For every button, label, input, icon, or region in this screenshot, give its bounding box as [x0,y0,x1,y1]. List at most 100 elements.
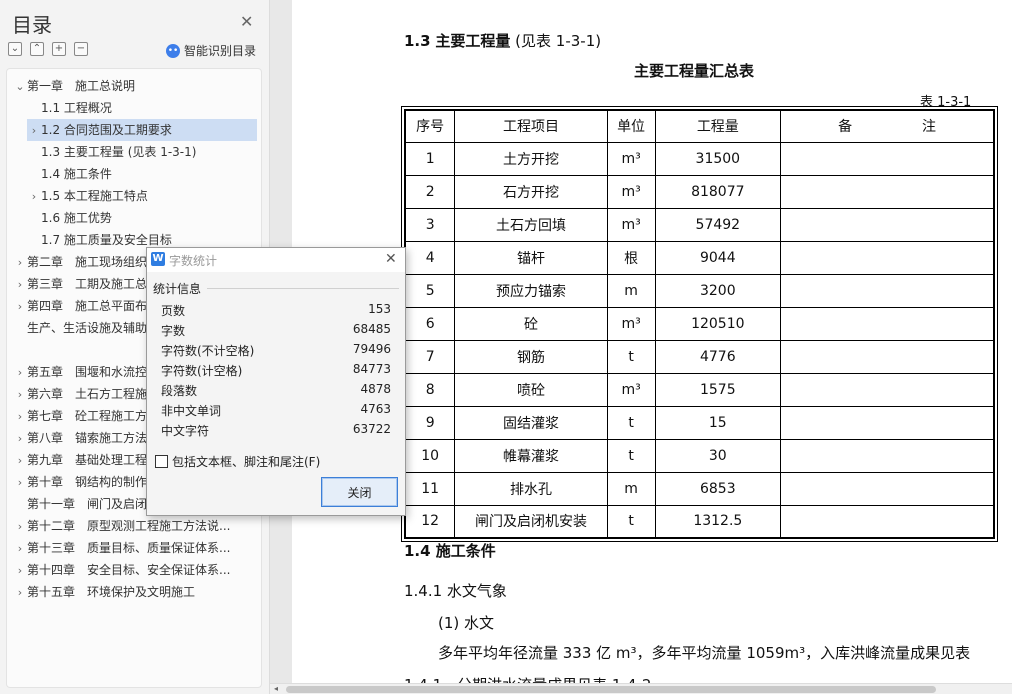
cell-quantity: 3200 [654,273,782,308]
table-row: 2 石方开挖 m³ 818077 [404,174,995,209]
stats-group-label: 统计信息 [153,282,202,296]
cell-unit: m³ [606,306,656,341]
cell-note [780,339,995,374]
table-row: 1 土方开挖 m³ 31500 [404,141,995,176]
toc-item[interactable]: › 第十三章 质量目标、质量保证体系... [13,537,257,559]
chevron-right-icon[interactable]: › [13,406,27,428]
remove-heading-icon[interactable]: − [74,42,88,56]
chevron-right-icon[interactable]: › [27,186,41,208]
checkbox-label: 包括文本框、脚注和尾注(F) [172,455,321,469]
table-row: 12 闸门及启闭机安装 t 1312.5 [404,504,995,539]
chevron-right-icon[interactable]: › [13,384,27,406]
scroll-left-icon[interactable]: ◂ [274,684,278,693]
stat-value: 63722 [352,422,391,436]
cell-quantity: 57492 [654,207,782,242]
horizontal-scrollbar[interactable]: ◂ [270,683,1012,694]
toc-item-label: 第十三章 质量目标、质量保证体系... [27,541,231,555]
add-heading-icon[interactable]: + [52,42,66,56]
stat-row: 段落数 4878 [161,382,391,402]
smart-toc-label: 智能识别目录 [184,44,257,58]
stat-label: 非中文单词 [161,404,222,418]
smart-toc-button[interactable]: •• 智能识别目录 [166,42,256,59]
table-number: 表 1-3-1 [920,95,972,110]
toc-item[interactable]: 1.4 施工条件 [27,163,257,185]
cell-item: 土方开挖 [454,141,608,176]
chevron-right-icon[interactable]: › [13,296,27,318]
chevron-right-icon[interactable]: › [13,582,27,604]
chevron-right-icon[interactable]: › [13,538,27,560]
toc-item[interactable]: 1.6 施工优势 [27,207,257,229]
cell-no: 2 [404,174,456,209]
toc-item[interactable]: 1.3 主要工程量 (见表 1-3-1) [27,141,257,163]
toc-item-label: 第一章 施工总说明 [27,79,136,93]
toc-item-label: 第六章 土石方工程施 [27,387,148,401]
scrollbar-thumb[interactable] [286,686,936,693]
chevron-right-icon[interactable]: › [13,362,27,384]
header-item: 工程项目 [454,109,608,143]
cell-quantity: 1575 [654,372,782,407]
cell-note [780,405,995,440]
header-unit: 单位 [606,109,656,143]
toc-item[interactable]: › 第十二章 原型观测工程施工方法说... [13,515,257,537]
checkbox-box[interactable] [155,455,168,468]
cell-note [780,438,995,473]
chevron-right-icon[interactable]: › [13,560,27,582]
cell-unit: m³ [606,372,656,407]
cell-no: 7 [404,339,456,374]
chevron-right-icon[interactable]: › [13,450,27,472]
expand-all-icon[interactable]: ⌄ [8,42,22,56]
quantities-table: 序号 工程项目 单位 工程量 备 注 1 土方开挖 m³ 31500 2 石方开挖 m³ 81… [401,106,998,542]
include-textboxes-checkbox[interactable]: 包括文本框、脚注和尾注(F) [155,453,320,470]
cell-item: 石方开挖 [454,174,608,209]
close-icon[interactable]: ✕ [240,12,253,31]
dialog-titlebar[interactable]: W 字数统计 ✕ [147,248,405,272]
stat-value: 68485 [352,322,391,336]
app-logo-icon: W [151,252,165,266]
header-no: 序号 [404,109,456,143]
heading-title: 主要工程量 [435,32,511,50]
toc-item-label: 1.6 施工优势 [41,211,112,225]
cell-unit: m³ [606,141,656,176]
cell-no: 9 [404,405,456,440]
toc-item[interactable]: ⌄ 第一章 施工总说明 [13,75,257,97]
cell-quantity: 15 [654,405,782,440]
toc-item-label: 第十一章 闸门及启闭 [27,497,148,511]
chevron-right-icon[interactable]: › [13,252,27,274]
cell-no: 1 [404,141,456,176]
stat-label: 字符数(计空格) [161,364,243,378]
smart-toc-icon: •• [166,43,180,58]
cell-quantity: 120510 [654,306,782,341]
table-row: 4 锚杆根 9044 [404,240,995,275]
close-icon[interactable]: ✕ [385,251,397,267]
section-1-4-text: 1.4 施工条件 [404,542,496,560]
cell-quantity: 30 [654,438,782,473]
chevron-down-icon[interactable]: ⌄ [13,76,27,98]
toc-item[interactable]: › 第十五章 环境保护及文明施工 [13,581,257,603]
chevron-right-icon[interactable]: › [13,274,27,296]
cell-no: 3 [404,207,456,242]
table-row: 3 土石方回填 m³ 57492 [404,207,995,242]
toc-item-label: 第七章 砼工程施工方 [27,409,148,423]
cell-item: 预应力锚索 [454,273,608,308]
toc-item[interactable]: › 第十四章 安全目标、安全保证体系... [13,559,257,581]
toc-item[interactable]: › 1.2 合同范围及工期要求 [27,119,257,141]
toc-item[interactable]: › 1.5 本工程施工特点 [27,185,257,207]
chevron-right-icon[interactable]: › [13,516,27,538]
cell-no: 4 [404,240,456,275]
cell-unit: m [606,471,656,506]
close-button[interactable]: 关闭 [321,477,398,507]
sidebar-title: 目录 [12,13,52,37]
cell-item: 锚杆 [454,240,608,275]
toc-item[interactable]: 1.1 工程概况 [27,97,257,119]
stat-label: 中文字符 [161,424,210,438]
stat-value: 4878 [360,382,391,396]
collapse-all-icon[interactable]: ⌃ [30,42,44,56]
chevron-right-icon[interactable]: › [13,428,27,450]
stat-row: 非中文单词 4763 [161,402,391,422]
table-row: 8 喷砼 m³ 1575 [404,372,995,407]
table-header-row: 序号 工程项目 单位 工程量 备 注 [404,109,995,143]
chevron-right-icon[interactable]: › [27,120,41,142]
stat-row: 字数 68485 [161,322,391,342]
chevron-right-icon[interactable]: › [13,472,27,494]
section-heading-1-4-1: 1.4.1 水文气象 [404,582,507,600]
